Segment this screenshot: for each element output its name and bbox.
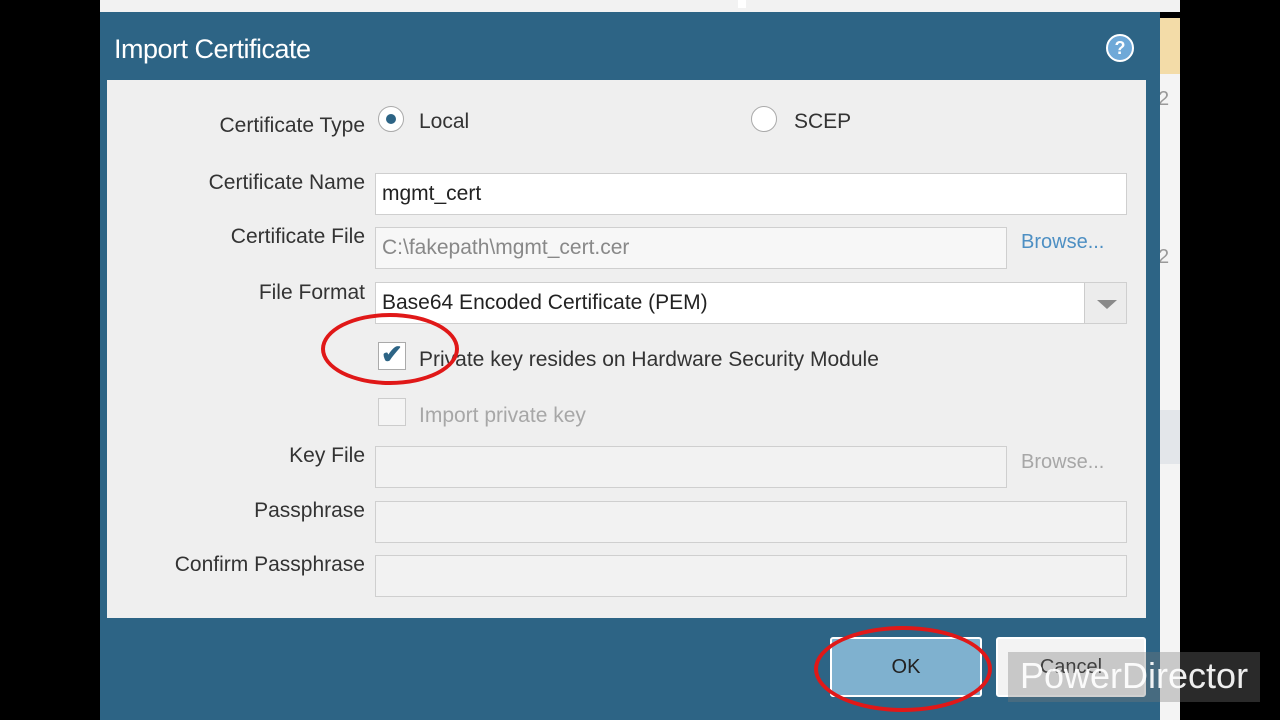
background-page-strip: 2 2 bbox=[1158, 18, 1180, 720]
import-private-key-checkbox[interactable] bbox=[378, 398, 406, 426]
help-icon[interactable]: ? bbox=[1106, 34, 1134, 62]
key-file-input[interactable] bbox=[375, 446, 1007, 488]
watermark-text: PowerDirector bbox=[1020, 655, 1249, 696]
certificate-file-browse-link[interactable]: Browse... bbox=[1021, 231, 1104, 254]
file-format-select[interactable]: Base64 Encoded Certificate (PEM) bbox=[375, 282, 1127, 324]
key-file-label: Key File bbox=[289, 444, 365, 467]
file-format-label: File Format bbox=[258, 281, 365, 304]
chevron-down-icon[interactable] bbox=[1084, 283, 1126, 323]
browser-top-bar bbox=[100, 0, 1180, 12]
radio-scep[interactable] bbox=[751, 106, 777, 132]
import-private-key-label: Import private key bbox=[419, 404, 586, 427]
background-accent bbox=[1158, 18, 1180, 74]
annotation-circle-ok bbox=[814, 626, 992, 712]
certificate-file-label: Certificate File bbox=[230, 225, 365, 248]
certificate-type-label: Certificate Type bbox=[219, 114, 365, 137]
dialog-title: Import Certificate bbox=[114, 34, 311, 64]
file-format-value: Base64 Encoded Certificate (PEM) bbox=[382, 291, 708, 314]
confirm-passphrase-label: Confirm Passphrase bbox=[174, 553, 365, 576]
certificate-name-input[interactable]: mgmt_cert bbox=[375, 173, 1127, 215]
radio-local[interactable] bbox=[378, 106, 404, 132]
confirm-passphrase-input[interactable] bbox=[375, 555, 1127, 597]
hsm-checkbox-label: Private key resides on Hardware Security… bbox=[419, 348, 879, 371]
certificate-name-label: Certificate Name bbox=[208, 171, 365, 194]
passphrase-input[interactable] bbox=[375, 501, 1127, 543]
passphrase-label: Passphrase bbox=[254, 499, 365, 522]
radio-local-label: Local bbox=[419, 110, 470, 133]
background-band bbox=[1158, 410, 1180, 464]
certificate-file-input[interactable]: C:\fakepath\mgmt_cert.cer bbox=[375, 227, 1007, 269]
form-panel: Certificate Type Local SCEP Certificate … bbox=[107, 80, 1146, 618]
annotation-circle-checkbox bbox=[321, 313, 459, 385]
key-file-browse-link[interactable]: Browse... bbox=[1021, 451, 1104, 474]
radio-scep-label: SCEP bbox=[794, 110, 852, 133]
top-bar-marker bbox=[738, 0, 746, 8]
import-certificate-dialog: Import Certificate ? Certificate Type Lo… bbox=[100, 12, 1160, 720]
